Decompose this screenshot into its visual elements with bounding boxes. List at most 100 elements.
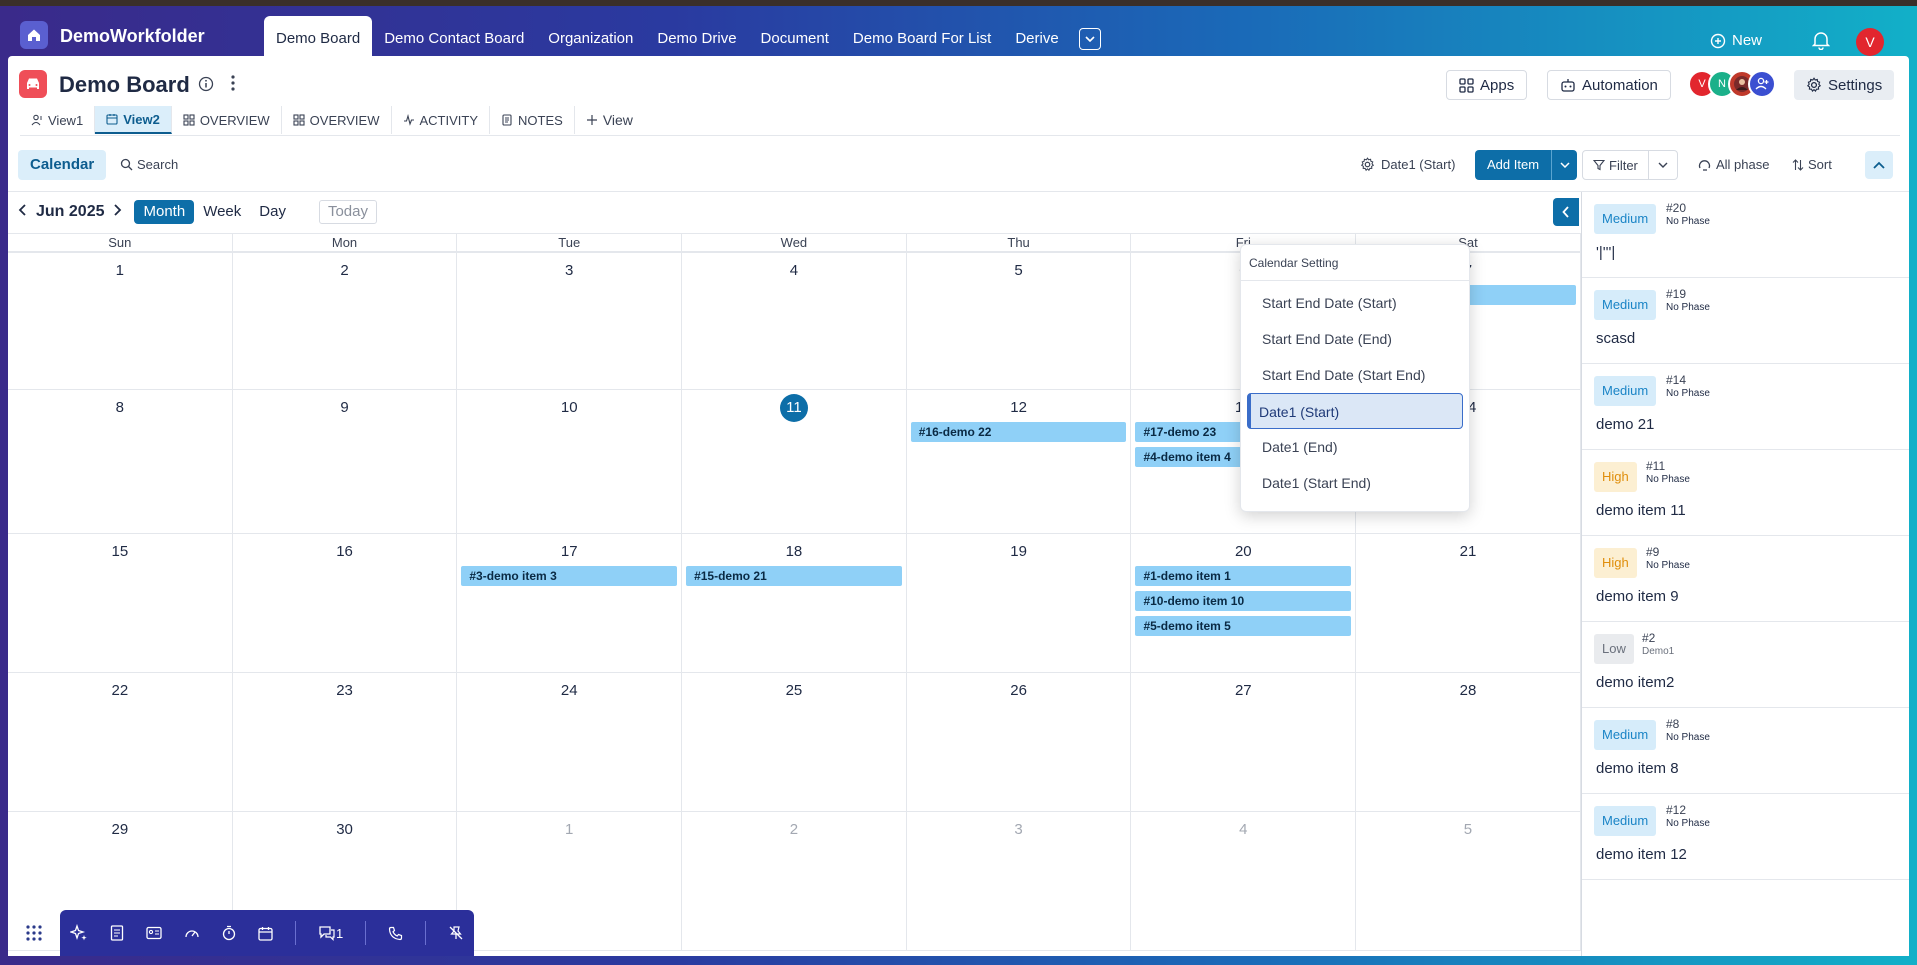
calendar-view-chip[interactable]: Calendar — [18, 150, 107, 180]
list-item[interactable]: Low #2 Demo1 demo item2 — [1582, 622, 1909, 708]
next-month-button[interactable] — [112, 203, 122, 222]
member-avatars[interactable]: V N — [1688, 70, 1776, 100]
new-button[interactable]: New — [1710, 32, 1762, 49]
day-cell[interactable]: 2 — [233, 253, 458, 389]
tab-activity[interactable]: ACTIVITY — [392, 106, 491, 134]
day-number: 4 — [789, 262, 799, 279]
board-info-button[interactable] — [198, 76, 214, 97]
day-cell[interactable]: 8 — [8, 390, 233, 533]
notes-button[interactable] — [110, 925, 124, 941]
weekday-label: Thu — [907, 234, 1132, 251]
contact-card-button[interactable] — [146, 926, 162, 940]
unpin-button[interactable] — [448, 925, 464, 941]
day-cell[interactable]: 3 — [907, 812, 1132, 950]
tab-notes[interactable]: NOTES — [490, 106, 575, 134]
day-cell[interactable]: 3 — [457, 253, 683, 389]
day-cell[interactable]: 5 — [907, 253, 1132, 389]
dropdown-option[interactable]: Start End Date (End) — [1247, 321, 1463, 357]
day-cell[interactable]: 12 #16-demo 22 — [907, 390, 1132, 533]
day-cell[interactable]: 25 — [682, 673, 907, 811]
day-cell[interactable]: 15 — [8, 534, 233, 672]
tab-view1[interactable]: View1 — [20, 106, 96, 134]
day-cell[interactable]: 2 — [682, 812, 907, 950]
day-cell[interactable]: 23 — [233, 673, 458, 811]
user-avatar[interactable]: V — [1856, 28, 1884, 56]
dropdown-option[interactable]: Start End Date (Start End) — [1247, 357, 1463, 393]
day-cell[interactable]: 24 — [457, 673, 683, 811]
all-phase-button[interactable]: All phase — [1698, 157, 1769, 172]
calendar-event[interactable]: #10-demo item 10 — [1135, 591, 1352, 611]
day-cell[interactable]: 27 — [1131, 673, 1357, 811]
settings-button[interactable]: Settings — [1794, 70, 1895, 100]
add-item-dropdown-button[interactable] — [1551, 150, 1578, 180]
day-cell[interactable]: 4 — [1131, 812, 1357, 950]
filter-dropdown-button[interactable] — [1649, 151, 1677, 179]
list-item[interactable]: High #11 No Phase demo item 11 — [1582, 450, 1909, 536]
notifications-button[interactable] — [1811, 30, 1831, 55]
dashboard-button[interactable] — [184, 926, 200, 940]
list-item[interactable]: Medium #14 No Phase demo 21 — [1582, 364, 1909, 450]
list-item[interactable]: Medium #8 No Phase demo item 8 — [1582, 708, 1909, 794]
calendar-event[interactable]: #16-demo 22 — [910, 422, 1127, 442]
date-setting-button[interactable]: Date1 (Start) — [1360, 157, 1455, 172]
day-cell[interactable]: 1 — [8, 253, 233, 389]
call-button[interactable] — [388, 926, 403, 941]
today-button[interactable]: Today — [318, 200, 377, 224]
workspace-name[interactable]: DemoWorkfolder — [60, 26, 205, 47]
dropdown-option[interactable]: Date1 (End) — [1247, 429, 1463, 465]
chat-button[interactable]: 1 — [318, 925, 343, 941]
collapse-header-button[interactable] — [1865, 151, 1893, 179]
day-cell[interactable]: 16 — [233, 534, 458, 672]
timer-button[interactable] — [222, 925, 236, 941]
dropdown-option-selected[interactable]: Date1 (Start) — [1247, 393, 1463, 429]
day-cell[interactable]: 19 — [907, 534, 1132, 672]
tab-overview-1[interactable]: OVERVIEW — [172, 106, 282, 134]
calendar-button[interactable] — [258, 926, 273, 941]
day-cell[interactable]: 11 — [682, 390, 907, 533]
automation-button[interactable]: Automation — [1547, 70, 1671, 100]
calendar-event[interactable]: #3-demo item 3 — [461, 566, 678, 586]
list-item[interactable]: Medium #20 No Phase '|'''| — [1582, 192, 1909, 278]
day-cell[interactable]: 4 — [682, 253, 907, 389]
dropdown-option[interactable]: Start End Date (Start) — [1247, 285, 1463, 321]
tab-view2[interactable]: View2 — [95, 106, 172, 134]
day-cell[interactable]: 5 — [1356, 812, 1581, 950]
board-menu-button[interactable] — [230, 74, 236, 97]
list-item[interactable]: Medium #12 No Phase demo item 12 — [1582, 794, 1909, 880]
calendar-event[interactable]: #15-demo 21 — [686, 566, 902, 586]
day-number: 4 — [1239, 821, 1248, 838]
day-cell[interactable]: 10 — [457, 390, 683, 533]
filter-button[interactable]: Filter — [1583, 151, 1649, 179]
add-member-button[interactable] — [1748, 70, 1776, 98]
tab-overview-2[interactable]: OVERVIEW — [282, 106, 392, 134]
day-cell[interactable]: 17 #3-demo item 3 — [457, 534, 683, 672]
day-cell[interactable]: 20 #1-demo item 1 #10-demo item 10 #5-de… — [1131, 534, 1357, 672]
list-item[interactable]: Medium #19 No Phase scasd — [1582, 278, 1909, 364]
calendar-event[interactable]: #5-demo item 5 — [1135, 616, 1352, 636]
mode-month-button[interactable]: Month — [134, 200, 195, 224]
mode-day-button[interactable]: Day — [250, 200, 295, 224]
day-cell[interactable]: 21 — [1356, 534, 1581, 672]
mode-week-button[interactable]: Week — [194, 200, 250, 224]
sort-button[interactable]: Sort — [1792, 157, 1832, 172]
calendar-event[interactable]: #1-demo item 1 — [1135, 566, 1352, 586]
search-button[interactable]: Search — [120, 157, 178, 172]
day-cell[interactable]: 1 — [457, 812, 683, 950]
day-cell[interactable]: 9 — [233, 390, 458, 533]
add-view-button[interactable]: View — [575, 106, 644, 134]
day-cell[interactable]: 22 — [8, 673, 233, 811]
ai-button[interactable] — [70, 924, 88, 942]
dropdown-option[interactable]: Date1 (Start End) — [1247, 465, 1463, 501]
add-item-button[interactable]: Add Item — [1475, 150, 1552, 180]
day-cell[interactable]: 18 #15-demo 21 — [682, 534, 907, 672]
side-panel-toggle[interactable] — [1553, 198, 1579, 226]
day-cell[interactable]: 26 — [907, 673, 1132, 811]
apps-button[interactable]: Apps — [1446, 70, 1528, 100]
day-cell[interactable]: 28 — [1356, 673, 1581, 811]
app-launcher-button[interactable] — [8, 910, 60, 956]
prev-month-button[interactable] — [18, 203, 28, 222]
list-item[interactable]: High #9 No Phase demo item 9 — [1582, 536, 1909, 622]
more-tabs-button[interactable] — [1078, 28, 1101, 50]
home-button[interactable] — [20, 21, 48, 49]
grid-icon — [183, 114, 195, 126]
